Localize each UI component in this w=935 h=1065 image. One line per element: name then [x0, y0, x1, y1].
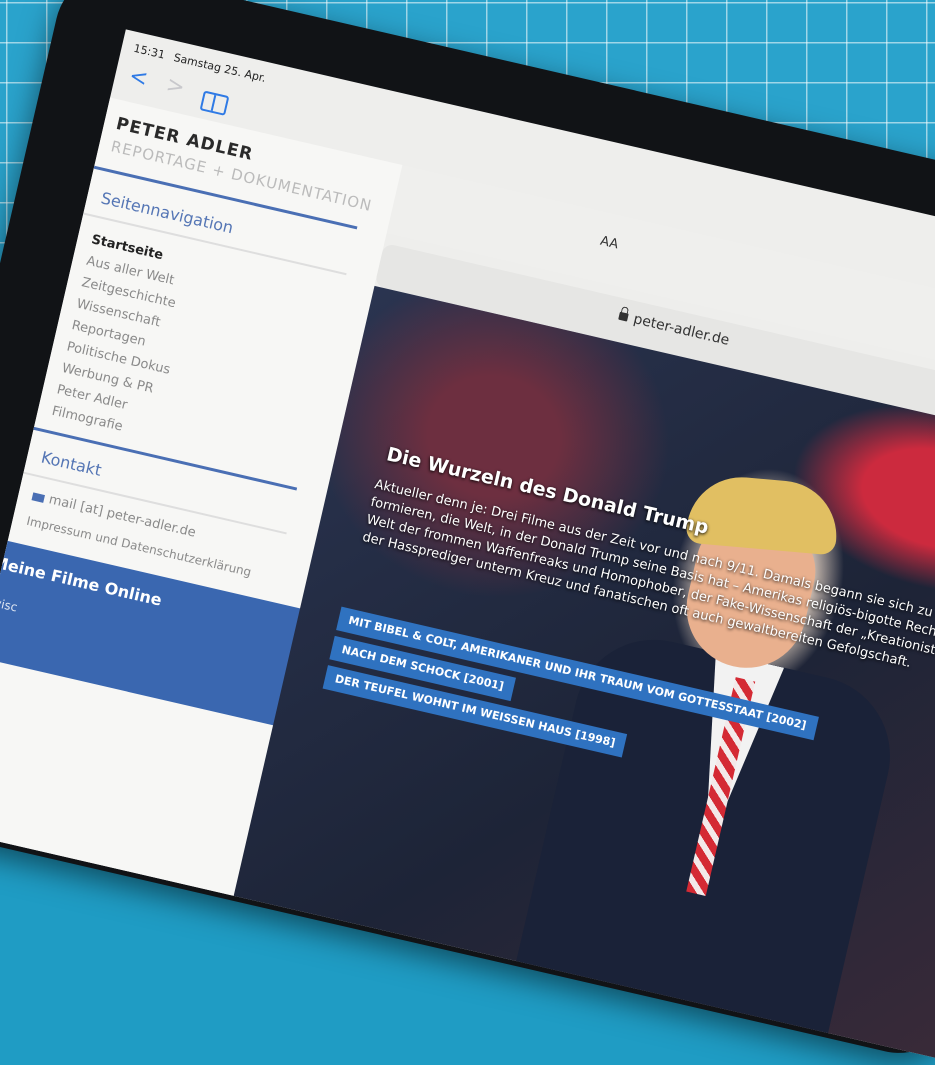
hero-photo-hair [685, 472, 841, 556]
mail-icon [31, 491, 46, 503]
films-subtitle: Zwisc [0, 593, 19, 615]
status-date: Samstag 25. Apr. [172, 51, 268, 85]
tablet-screen: 15:31 Samstag 25. Apr. < > AA PETER ADLE… [0, 29, 935, 1061]
films-title: Meine Filme Online [0, 552, 164, 610]
back-arrow-icon[interactable]: < [127, 64, 151, 93]
status-time: 15:31 [132, 41, 167, 62]
lock-icon [618, 311, 629, 322]
contact-title: Kontakt [39, 447, 104, 480]
sidebar-nav: Startseite Aus aller Welt Zeitgeschichte… [49, 229, 197, 446]
url-text: peter-adler.de [631, 311, 731, 349]
forward-arrow-icon[interactable]: > [164, 72, 188, 101]
tablet-device: 15:31 Samstag 25. Apr. < > AA PETER ADLE… [0, 0, 935, 1065]
book-icon[interactable] [199, 90, 230, 116]
status-bar: 15:31 Samstag 25. Apr. [132, 42, 273, 86]
text-size-button[interactable]: AA [599, 234, 620, 253]
